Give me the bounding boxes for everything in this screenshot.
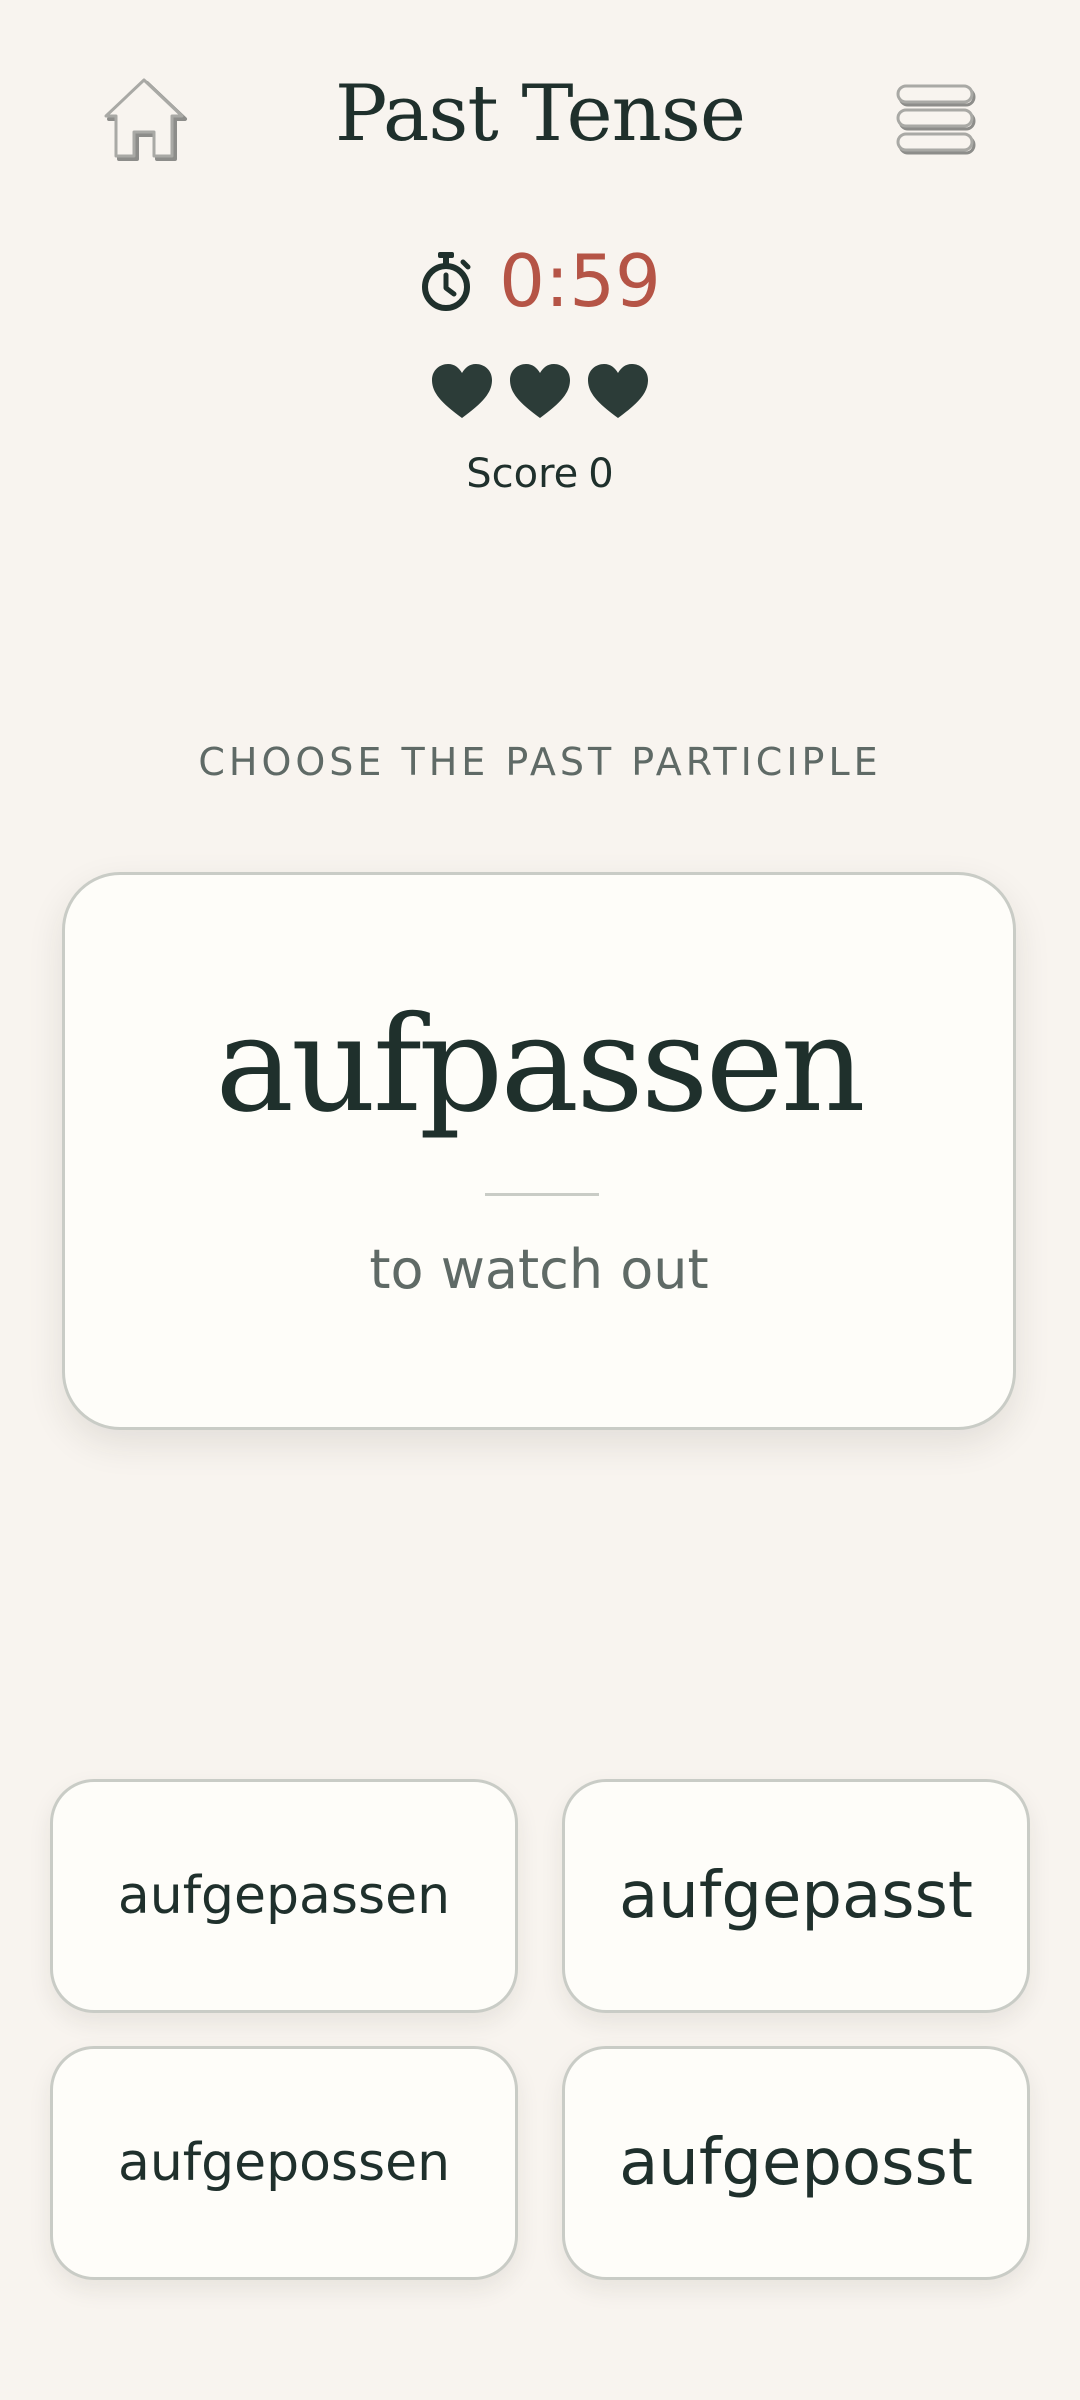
score-value: 0 [588,451,614,497]
heart-icon [588,364,648,418]
card-divider [485,1193,599,1196]
verb-word: aufpassen [215,988,865,1142]
answer-option-4[interactable]: aufgeposst [562,2046,1030,2280]
verb-card: aufpassen to watch out [62,872,1016,1430]
score: Score 0 [0,446,1080,502]
menu-button[interactable] [892,80,980,158]
hamburger-menu-icon [896,84,976,155]
score-label: Score [466,451,579,497]
answer-option-3[interactable]: aufgepossen [50,2046,518,2280]
lives [0,362,1080,432]
answer-option-2[interactable]: aufgepasst [562,1779,1030,2013]
instruction-text: CHOOSE THE PAST PARTICIPLE [198,740,882,784]
answer-option-1[interactable]: aufgepassen [50,1779,518,2013]
heart-icon [432,364,492,418]
timer-value: 0:59 [499,239,661,323]
timer: 0:59 [0,236,1080,326]
heart-icon [510,364,570,418]
stopwatch-icon [422,252,471,311]
verb-translation: to watch out [369,1238,709,1301]
